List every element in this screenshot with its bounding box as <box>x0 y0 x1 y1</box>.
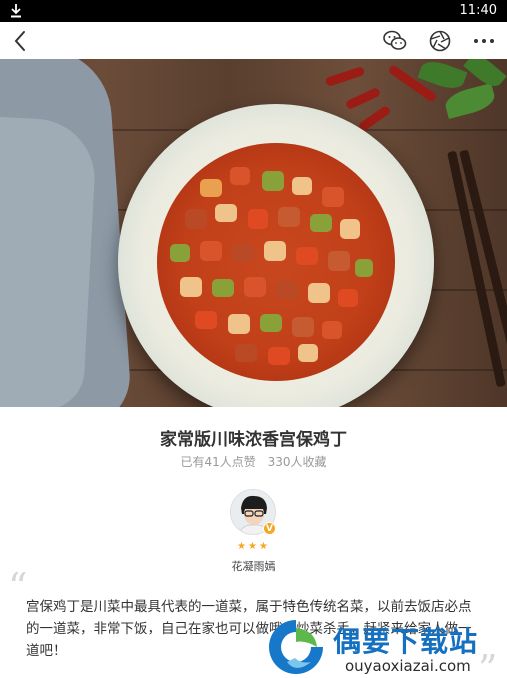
back-button[interactable] <box>2 22 38 59</box>
recipe-cover-photo <box>0 59 507 407</box>
rating-stars: ★★★ <box>237 541 270 552</box>
status-bar: 11:40 <box>0 0 507 22</box>
more-dots-icon <box>474 38 494 43</box>
likes-count: 已有41人点赞 <box>180 455 256 469</box>
quote-open-icon: “ <box>8 565 28 609</box>
author-name[interactable]: 花凝雨嫣 <box>0 558 507 574</box>
recipe-stats: 已有41人点赞 330人收藏 <box>0 453 507 470</box>
watermark-logo-icon <box>269 620 323 674</box>
favorites-count: 330人收藏 <box>267 455 327 469</box>
watermark-url: ouyaoxiazai.com <box>345 657 471 675</box>
watermark-brand: 偶要下载站 <box>333 625 479 658</box>
more-button[interactable] <box>466 22 502 59</box>
share-moments-button[interactable] <box>422 22 458 59</box>
share-wechat-button[interactable] <box>377 22 413 59</box>
aperture-icon <box>429 30 451 51</box>
wechat-icon <box>383 30 407 50</box>
status-time: 11:40 <box>459 3 497 18</box>
download-icon <box>11 4 21 18</box>
recipe-title: 家常版川味浓香宫保鸡丁 <box>160 430 347 450</box>
chevron-left-icon <box>14 30 25 51</box>
top-toolbar <box>0 22 507 59</box>
verified-badge: V <box>263 522 276 535</box>
quote-close-icon: ” <box>478 647 498 678</box>
